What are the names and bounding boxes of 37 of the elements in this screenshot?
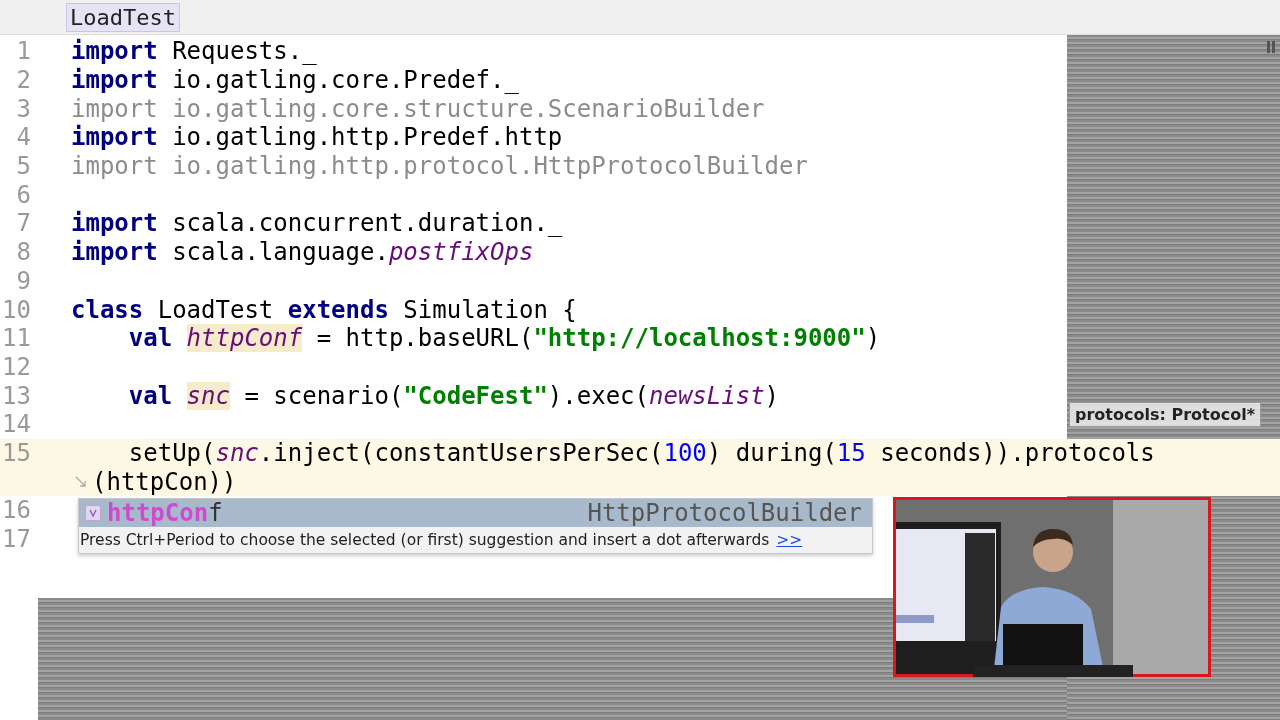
line-number: 15	[1, 438, 31, 467]
more-link[interactable]: >>	[776, 531, 803, 549]
parameter-hint: protocols: Protocol*	[1069, 402, 1261, 427]
line-number: 8	[15, 238, 31, 267]
line-number: 4	[15, 123, 31, 152]
wrap-arrow-icon	[74, 474, 88, 489]
code-line: import Requests._	[71, 37, 317, 66]
line-number: 13	[1, 381, 31, 410]
code-line: import io.gatling.http.protocol.HttpProtocolBuilder	[71, 152, 808, 181]
line-number: 3	[15, 94, 31, 123]
line-number: 10	[1, 295, 31, 324]
line-number: 2	[15, 66, 31, 95]
line-number: 9	[15, 266, 31, 295]
line-number: 11	[1, 324, 31, 353]
line-number: 17	[1, 525, 31, 554]
completion-hint: Press Ctrl+Period to choose the selected (or first) suggestion and insert a dot afterwards	[80, 531, 770, 549]
code-line: val httpConf = http.baseURL("http://localhost:9000")	[127, 324, 881, 353]
code-line: import scala.language.postfixOps	[71, 238, 534, 267]
line-number: 12	[1, 352, 31, 381]
line-number: 6	[15, 180, 31, 209]
line-number: 16	[1, 496, 31, 525]
code-line: import io.gatling.http.Predef.http	[71, 123, 563, 152]
line-number: 7	[15, 209, 31, 238]
value-icon	[85, 505, 101, 521]
code-line: (httpCon))	[92, 467, 237, 496]
code-line: import io.gatling.core.structure.ScenarioBuilder	[71, 94, 765, 123]
code-line: import io.gatling.core.Predef._	[71, 66, 519, 95]
code-line: import scala.concurrent.duration._	[71, 209, 563, 238]
code-line: val snc = scenario("CodeFest").exec(newsList)	[127, 381, 780, 410]
code-line: setUp(snc.inject(constantUsersPerSec(100) during(15 seconds)).protocols	[127, 438, 1155, 467]
completion-item[interactable]: httpConf HttpProtocolBuilder	[79, 499, 872, 527]
pause-icon[interactable]	[1266, 41, 1276, 53]
breadcrumb[interactable]: LoadTest	[66, 2, 180, 32]
line-number: 5	[15, 152, 31, 181]
code-line: class LoadTest extends Simulation {	[71, 295, 577, 324]
line-number: 1	[15, 37, 31, 66]
line-number: 14	[1, 410, 31, 439]
